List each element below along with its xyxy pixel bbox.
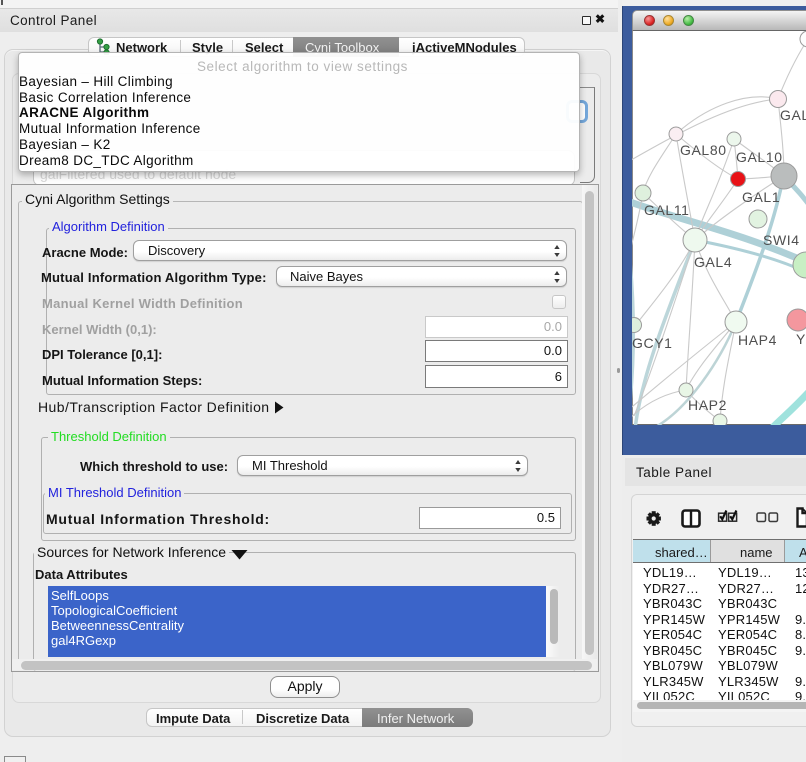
svg-text:HAP4: HAP4	[738, 332, 777, 348]
svg-text:Y: Y	[796, 331, 806, 347]
svg-text:GAL10: GAL10	[736, 149, 783, 165]
svg-text:SWI4: SWI4	[763, 232, 800, 248]
svg-text:HAP2: HAP2	[688, 397, 727, 413]
svg-text:GCY1: GCY1	[632, 335, 673, 351]
svg-text:GAL: GAL	[780, 107, 806, 123]
svg-text:GAL4: GAL4	[694, 254, 732, 270]
svg-text:GAL11: GAL11	[644, 202, 690, 218]
svg-text:GAL1: GAL1	[742, 189, 780, 205]
svg-text:GAL80: GAL80	[680, 142, 727, 158]
